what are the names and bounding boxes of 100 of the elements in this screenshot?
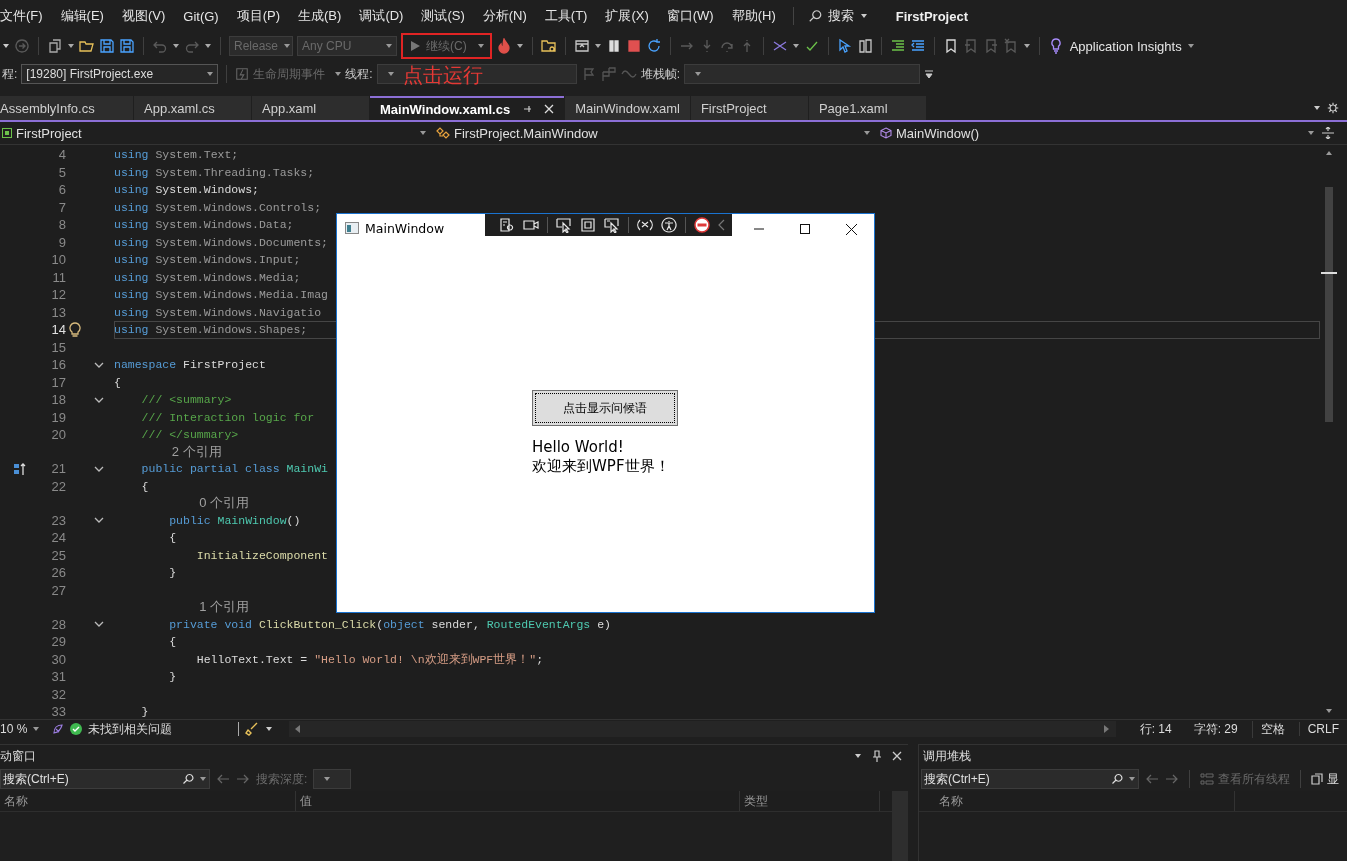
settings-icon[interactable] — [1327, 102, 1339, 114]
issues-status[interactable]: 未找到相关问题 — [88, 720, 172, 738]
menu-item[interactable]: Git(G) — [174, 8, 228, 24]
menu-item[interactable]: 分析(N) — [473, 7, 536, 25]
scroll-up-icon[interactable] — [1325, 149, 1333, 157]
search-field[interactable]: 搜索(Ctrl+E) — [921, 769, 1139, 789]
caret-icon[interactable] — [791, 42, 800, 50]
override-marker-icon[interactable] — [13, 461, 27, 476]
folder-search-icon[interactable] — [540, 38, 557, 54]
line-position[interactable]: 行: 14 — [1131, 720, 1180, 738]
document-tab[interactable]: AssemblyInfo.cs — [0, 96, 133, 120]
stop-icon[interactable] — [625, 38, 642, 54]
caret-icon[interactable] — [67, 42, 75, 50]
application-insights-button[interactable]: Application Insights — [1069, 38, 1194, 54]
save-icon[interactable] — [99, 38, 115, 54]
scrollbar-thumb[interactable] — [1325, 187, 1333, 422]
flame-icon[interactable] — [495, 38, 512, 54]
scroll-left-icon[interactable] — [295, 725, 301, 733]
zoom-dropdown[interactable]: 10 % — [0, 722, 46, 736]
forward-arrow-icon[interactable] — [1165, 773, 1179, 785]
reference-count-link[interactable]: 1 个引用 — [199, 598, 250, 617]
camera-icon[interactable] — [523, 217, 539, 233]
brush-icon[interactable] — [245, 722, 259, 736]
greeting-button[interactable]: 点击显示问候语 — [532, 390, 678, 426]
column-header[interactable]: 名称 — [935, 791, 1235, 811]
split-icon[interactable] — [1322, 127, 1334, 139]
save-all-icon[interactable] — [119, 38, 135, 54]
thread-dropdown[interactable] — [376, 64, 577, 84]
caret-icon[interactable] — [515, 42, 524, 50]
caret-icon[interactable] — [2, 42, 10, 50]
caret-icon[interactable] — [204, 42, 212, 50]
menu-item[interactable]: 调试(D) — [350, 7, 413, 25]
toolbar-button[interactable]: 显 — [1311, 770, 1339, 788]
menu-item[interactable]: 项目(P) — [227, 7, 290, 25]
caret-icon[interactable] — [1313, 104, 1321, 112]
caret-icon[interactable] — [1022, 42, 1031, 50]
code-line: } — [168, 670, 177, 684]
new-item-icon[interactable] — [47, 38, 63, 54]
window-icon[interactable] — [573, 38, 590, 54]
menu-item[interactable]: 编辑(E) — [51, 7, 113, 25]
menu-item[interactable]: 生成(B) — [289, 7, 351, 25]
column-position[interactable]: 字符: 29 — [1185, 720, 1246, 738]
reference-count-link[interactable]: 2 个引用 — [171, 442, 222, 461]
search-field[interactable]: 搜索(Ctrl+E) — [0, 769, 210, 789]
menu-item[interactable]: 帮助(H) — [722, 7, 785, 25]
caret-icon[interactable] — [265, 725, 273, 733]
column-header[interactable]: 类型 — [740, 791, 881, 811]
column-header[interactable]: 名称 — [0, 791, 297, 811]
member-dropdown[interactable]: MainWindow() — [878, 123, 1318, 143]
menu-item[interactable]: 测试(S) — [412, 7, 474, 25]
search-button[interactable]: 搜索 — [801, 5, 874, 27]
caret-icon[interactable] — [854, 752, 862, 760]
menu-item[interactable]: 窗口(W) — [657, 7, 723, 25]
code-line: using System.Threading.Tasks; — [114, 165, 315, 179]
forward-arrow-icon[interactable] — [236, 773, 250, 785]
binding-icon[interactable] — [637, 217, 653, 233]
columns-icon[interactable] — [856, 38, 873, 54]
menu-item[interactable]: 工具(T) — [535, 7, 597, 25]
caret-icon[interactable] — [593, 42, 602, 50]
back-arrow-icon[interactable] — [1145, 773, 1159, 785]
pointer-icon[interactable] — [836, 38, 853, 54]
outdent-icon[interactable] — [909, 38, 926, 54]
line-ending[interactable]: CRLF — [1298, 722, 1347, 736]
column-header[interactable]: 值 — [296, 791, 741, 811]
pin-icon[interactable] — [872, 750, 882, 762]
document-tab[interactable]: App.xaml.cs — [134, 96, 251, 120]
caret-icon[interactable] — [172, 42, 180, 50]
back-arrow-icon[interactable] — [216, 773, 230, 785]
code-line: using System.Windows.Documents; — [114, 235, 328, 249]
document-tab[interactable]: App.xaml — [252, 96, 369, 120]
menu-item[interactable]: 文件(F) — [0, 7, 52, 25]
line-number: 6 — [57, 182, 66, 198]
process-dropdown[interactable]: [19280] FirstProject.exe — [21, 64, 219, 84]
menu-item[interactable]: 扩展(X) — [596, 7, 658, 25]
scroll-right-icon[interactable] — [1103, 725, 1110, 733]
adorner-icon[interactable] — [604, 217, 620, 233]
folder-open-icon[interactable] — [79, 38, 95, 54]
accessibility-icon[interactable] — [661, 217, 677, 233]
type-dropdown[interactable]: FirstProject.MainWindow — [434, 123, 874, 143]
select-pointer-icon[interactable] — [556, 217, 572, 233]
reference-count-link[interactable]: 0 个引用 — [199, 494, 250, 513]
restart-icon[interactable] — [645, 38, 662, 54]
document-tab[interactable]: MainWindow.xaml — [565, 96, 690, 120]
line-number: 28 — [50, 616, 66, 632]
pin-icon[interactable] — [522, 104, 533, 114]
indent-icon[interactable] — [889, 38, 906, 54]
overflow-icon[interactable] — [924, 69, 935, 79]
menu-item[interactable]: 视图(V) — [112, 7, 175, 25]
project-dropdown[interactable]: FirstProject — [0, 123, 430, 143]
document-tab[interactable]: Page1.xaml — [808, 96, 926, 120]
code-line: { — [140, 479, 149, 493]
scroll-down-icon[interactable] — [1325, 707, 1333, 715]
lightbulb-icon[interactable] — [69, 321, 81, 338]
indent-mode[interactable]: 空格 — [1251, 720, 1293, 738]
frame-icon[interactable] — [580, 217, 596, 233]
document-tab[interactable]: FirstProject — [690, 96, 808, 120]
close-icon[interactable] — [544, 104, 555, 114]
close-icon[interactable] — [892, 751, 902, 761]
properties-icon[interactable] — [499, 217, 515, 233]
no-entry-icon[interactable] — [694, 217, 710, 233]
